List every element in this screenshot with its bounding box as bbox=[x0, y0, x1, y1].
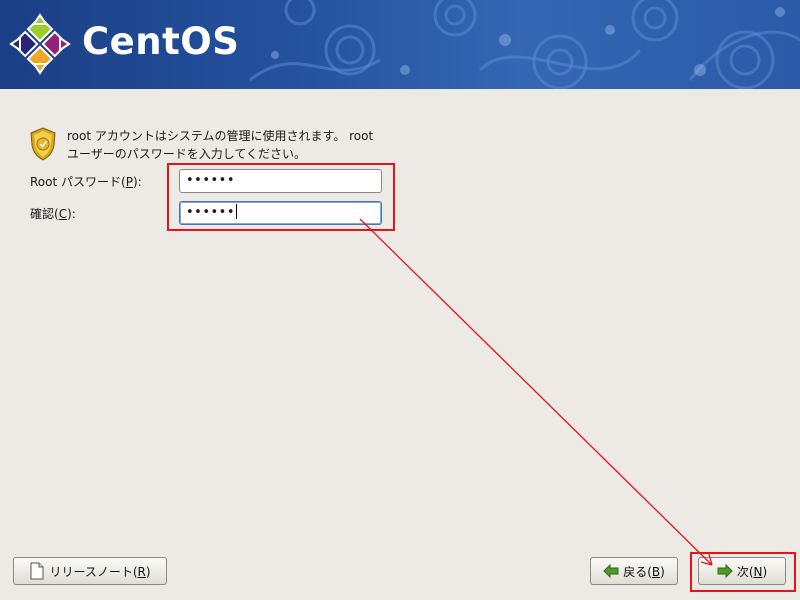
confirm-password-label: 確認(C): bbox=[30, 207, 76, 221]
centos-wordmark: CentOS bbox=[82, 20, 240, 63]
root-password-value: •••••• bbox=[186, 173, 236, 188]
header-banner: CentOS bbox=[0, 0, 800, 89]
release-notes-label: リリースノート(R) bbox=[49, 564, 151, 579]
next-label: 次(N) bbox=[736, 564, 768, 579]
release-notes-button[interactable]: リリースノート(R) bbox=[13, 557, 167, 585]
confirm-password-value: •••••• bbox=[186, 205, 236, 220]
annotation-arrow bbox=[359, 218, 713, 566]
confirm-password-field[interactable]: •••••• bbox=[179, 201, 382, 225]
intro-text: root アカウントはシステムの管理に使用されます。 root ユーザーのパスワ… bbox=[67, 127, 412, 163]
intro-line-2: ユーザーのパスワードを入力してください。 bbox=[67, 147, 307, 161]
back-arrow-icon bbox=[603, 564, 619, 578]
root-password-field[interactable]: •••••• bbox=[179, 169, 382, 193]
document-icon bbox=[30, 562, 44, 580]
next-button[interactable]: 次(N) bbox=[698, 557, 786, 585]
centos-logo-icon bbox=[9, 13, 71, 75]
back-button[interactable]: 戻る(B) bbox=[590, 557, 678, 585]
intro-line-1: root アカウントはシステムの管理に使用されます。 root bbox=[67, 129, 374, 143]
root-password-label: Root パスワード(P): bbox=[30, 175, 142, 189]
back-label: 戻る(B) bbox=[623, 564, 665, 579]
text-caret bbox=[236, 204, 238, 219]
next-arrow-icon bbox=[717, 564, 733, 578]
shield-badge-icon bbox=[30, 127, 56, 161]
